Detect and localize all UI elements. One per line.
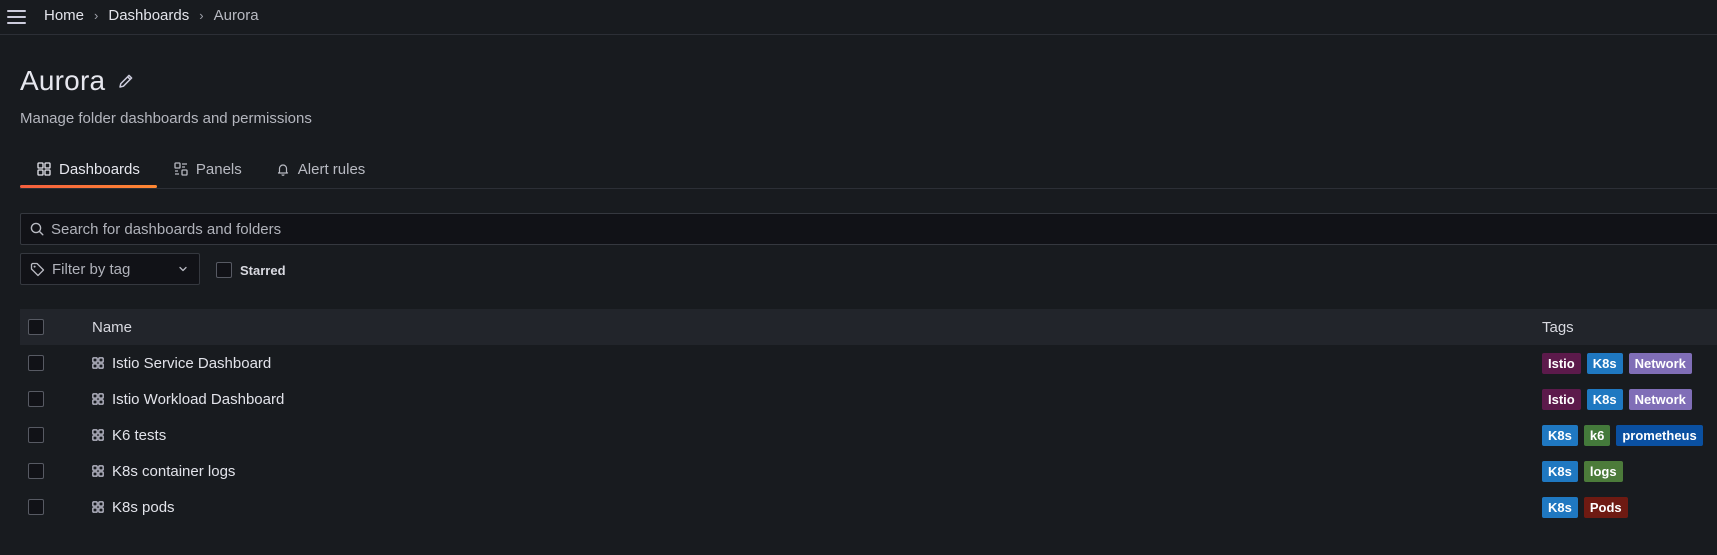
column-header-name: Name — [92, 318, 133, 336]
starred-label: Starred — [240, 262, 286, 278]
dashboard-link[interactable]: K6 tests — [92, 427, 166, 444]
apps-icon — [92, 393, 104, 405]
tag-badge[interactable]: K8s — [1586, 352, 1623, 374]
row-checkbox[interactable] — [28, 463, 44, 479]
tag-badge[interactable]: K8s — [1542, 460, 1578, 482]
tag-badge[interactable]: Network — [1628, 352, 1692, 374]
tag-badge[interactable]: K8s — [1542, 424, 1578, 446]
breadcrumb-current: Aurora — [213, 7, 259, 24]
tag-badge[interactable]: Istio — [1542, 352, 1581, 374]
app-root: Home › Dashboards › Aurora Aurora Manage… — [0, 0, 1717, 555]
tag-list: K8s logs — [1542, 460, 1629, 482]
dashboard-link[interactable]: K8s pods — [92, 499, 175, 516]
row-checkbox[interactable] — [28, 427, 44, 443]
tab-bar: Dashboards Panels Alert rules — [20, 150, 382, 188]
table-row[interactable]: K8s pods K8s Pods — [20, 489, 1717, 525]
apps-icon — [92, 429, 104, 441]
breadcrumb-home[interactable]: Home — [44, 7, 84, 24]
tag-badge[interactable]: k6 — [1583, 424, 1611, 446]
row-checkbox[interactable] — [28, 355, 44, 371]
column-header-tags: Tags — [1542, 318, 1574, 336]
row-checkbox[interactable] — [28, 499, 44, 515]
table-row[interactable]: Istio Service Dashboard Istio K8s Network — [20, 345, 1717, 381]
select-all-checkbox[interactable] — [28, 319, 44, 335]
tab-dashboards[interactable]: Dashboards — [20, 150, 157, 188]
tag-filter-placeholder: Filter by tag — [52, 260, 131, 278]
pen-icon[interactable] — [117, 72, 135, 90]
tag-filter-select[interactable]: Filter by tag — [20, 253, 200, 285]
tag-badge[interactable]: logs — [1583, 460, 1623, 482]
chevron-right-icon: › — [94, 8, 99, 23]
dashboards-table: Name Tags Istio Service Dashboard Istio K8… — [20, 309, 1717, 525]
tag-list: Istio K8s Network — [1542, 388, 1698, 410]
table-row[interactable]: K8s container logs K8s logs — [20, 453, 1717, 489]
table-body: Istio Service Dashboard Istio K8s Network Is… — [20, 345, 1717, 525]
starred-checkbox[interactable] — [216, 262, 232, 278]
table-header: Name Tags — [20, 309, 1717, 345]
tab-panels-label: Panels — [195, 160, 242, 178]
chevron-down-icon — [179, 266, 187, 272]
dashboard-name: Istio Workload Dashboard — [112, 390, 285, 408]
search-input[interactable] — [44, 214, 1717, 244]
tab-alert-rules-label: Alert rules — [297, 160, 366, 178]
table-row[interactable]: K6 tests K8s k6 prometheus — [20, 417, 1717, 453]
top-bar: Home › Dashboards › Aurora — [0, 0, 1717, 35]
dashboard-link[interactable]: Istio Workload Dashboard — [92, 391, 284, 408]
apps-icon — [92, 501, 104, 513]
dashboard-name: K8s container logs — [112, 462, 236, 480]
tag-badge[interactable]: prometheus — [1616, 424, 1703, 446]
dashboard-name: Istio Service Dashboard — [112, 354, 272, 372]
dashboard-link[interactable]: K8s container logs — [92, 463, 235, 480]
tag-badge[interactable]: Network — [1628, 388, 1692, 410]
tabs-divider — [20, 188, 1717, 189]
page-subtitle: Manage folder dashboards and permissions — [20, 110, 312, 127]
tag-badge[interactable]: K8s — [1542, 496, 1578, 518]
menu-icon[interactable] — [6, 6, 28, 28]
chevron-right-icon: › — [199, 8, 204, 23]
tab-panels[interactable]: Panels — [157, 150, 259, 188]
apps-icon — [37, 162, 51, 176]
dashboard-link[interactable]: Istio Service Dashboard — [92, 355, 271, 372]
apps-icon — [92, 357, 104, 369]
tag-list: K8s Pods — [1542, 496, 1634, 518]
breadcrumb-dashboards[interactable]: Dashboards — [108, 7, 189, 24]
page-title: Aurora — [20, 65, 106, 96]
tag-badge[interactable]: Istio — [1542, 388, 1581, 410]
search-box — [20, 213, 1717, 245]
table-row[interactable]: Istio Workload Dashboard Istio K8s Network — [20, 381, 1717, 417]
tag-list: K8s k6 prometheus — [1542, 424, 1709, 446]
tag-badge[interactable]: K8s — [1586, 388, 1623, 410]
tag-icon — [30, 262, 45, 276]
bell-icon — [277, 164, 288, 176]
dashboard-name: K6 tests — [112, 426, 167, 444]
apps-icon — [92, 465, 104, 477]
tag-list: Istio K8s Network — [1542, 352, 1698, 374]
page-header: Aurora — [20, 65, 135, 97]
search-icon — [30, 222, 44, 236]
library-panel-icon — [174, 162, 188, 176]
tab-dashboards-label: Dashboards — [59, 160, 140, 178]
dashboard-name: K8s pods — [112, 498, 175, 516]
starred-filter[interactable]: Starred — [216, 262, 286, 278]
breadcrumb: Home › Dashboards › Aurora — [44, 7, 259, 24]
tag-badge[interactable]: Pods — [1583, 496, 1628, 518]
row-checkbox[interactable] — [28, 391, 44, 407]
tab-alert-rules[interactable]: Alert rules — [259, 150, 383, 188]
